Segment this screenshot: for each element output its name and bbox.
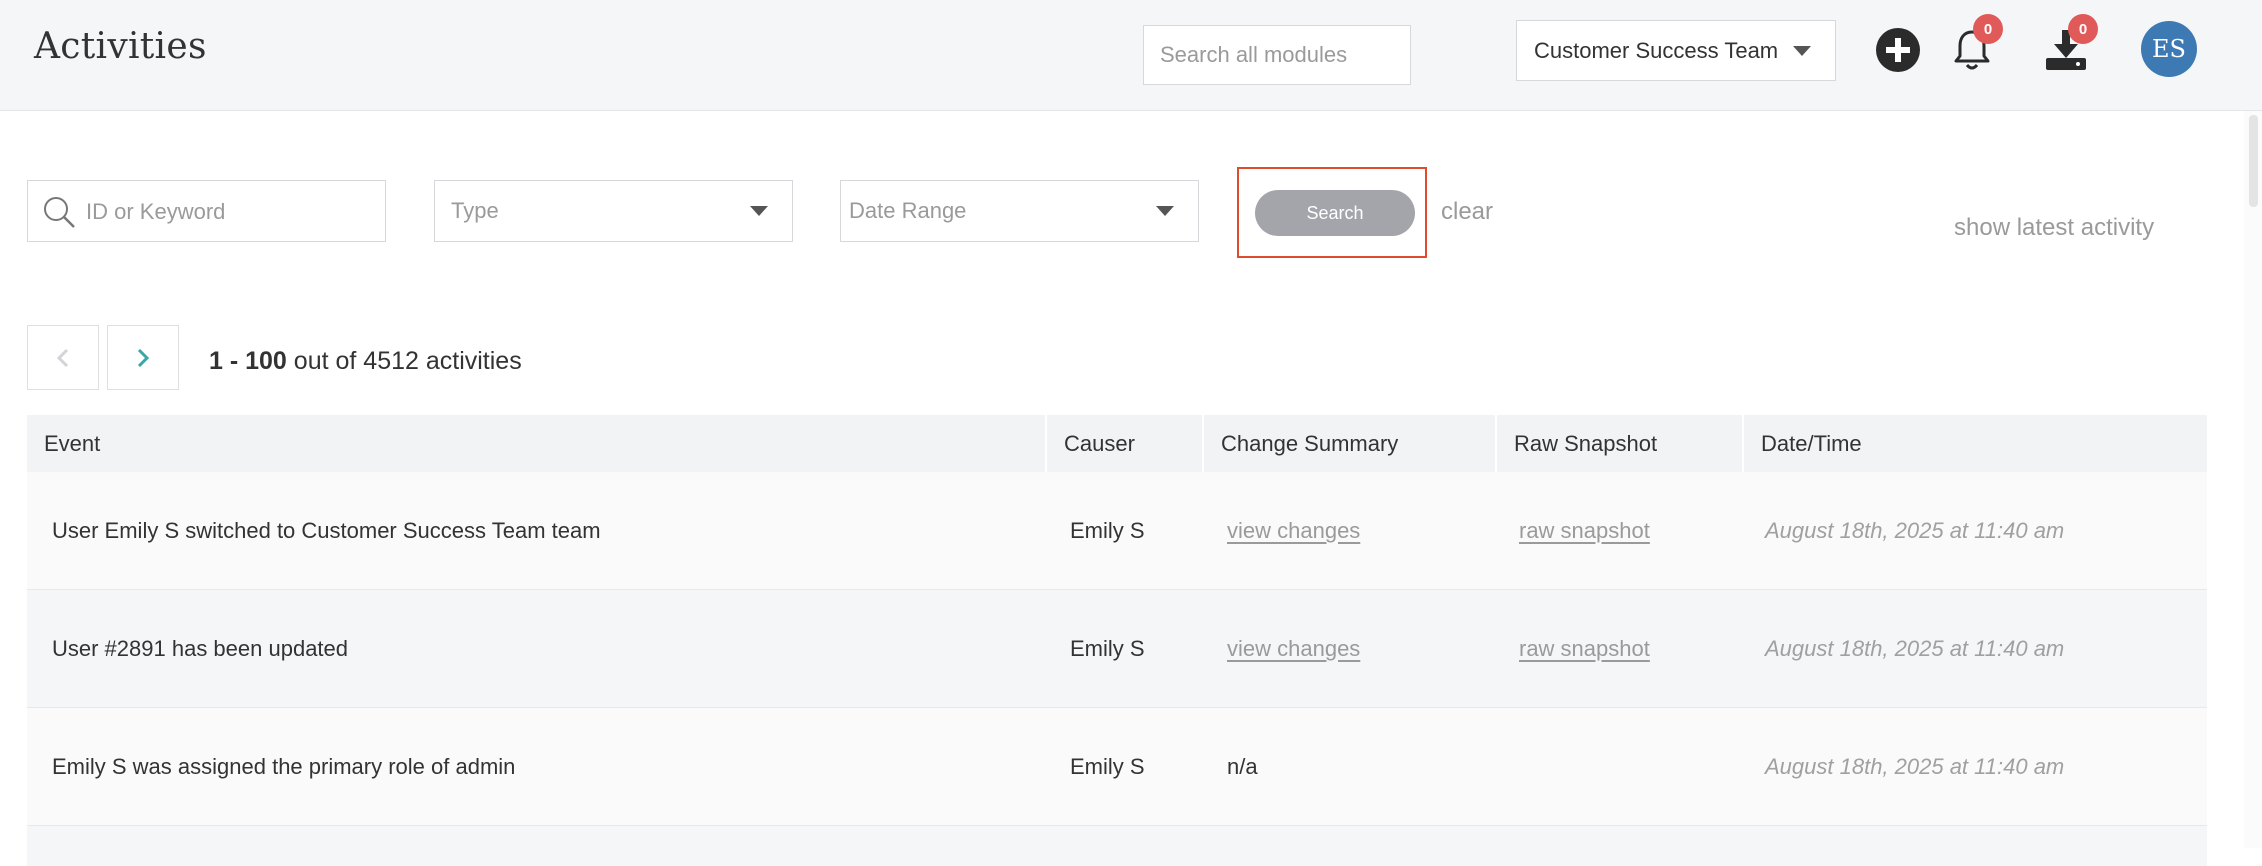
view-changes-link[interactable]: view changes: [1227, 472, 1360, 590]
keyword-input[interactable]: [84, 181, 378, 243]
plus-circle-icon: [1876, 28, 1920, 72]
event-cell: Emily S was assigned the primary role of…: [52, 754, 516, 779]
column-header-event: Event: [44, 430, 101, 456]
add-button[interactable]: [1876, 28, 1920, 72]
column-header-change-summary: Change Summary: [1221, 430, 1399, 456]
team-selector[interactable]: Customer Success Team: [1516, 20, 1836, 81]
date-range-dropdown[interactable]: Date Range: [840, 180, 1199, 242]
clear-link[interactable]: clear: [1441, 198, 1493, 226]
next-page-button[interactable]: [107, 325, 179, 390]
caret-down-icon: [1793, 46, 1811, 56]
causer-cell: Emily S: [1070, 636, 1145, 661]
scrollbar-track[interactable]: [2244, 111, 2262, 848]
global-search-input[interactable]: [1143, 25, 1411, 85]
column-header-raw-snapshot: Raw Snapshot: [1514, 430, 1658, 456]
pagination-total: out of 4512 activities: [286, 347, 522, 375]
change-summary-cell: n/a: [1227, 754, 1258, 779]
activities-table: Event Causer Change Summary Raw Snapshot…: [27, 415, 2207, 866]
notifications-badge: 0: [1973, 14, 2003, 44]
raw-snapshot-link[interactable]: raw snapshot: [1519, 590, 1650, 708]
datetime-cell: August 18th, 2025 at 11:40 am: [1765, 518, 2065, 543]
table-row: User Emily S switched to Customer Succes…: [27, 472, 2207, 590]
view-changes-link[interactable]: view changes: [1227, 590, 1360, 708]
caret-down-icon: [750, 206, 768, 216]
datetime-cell: August 18th, 2025 at 11:40 am: [1765, 754, 2065, 779]
caret-down-icon: [1156, 206, 1174, 216]
prev-page-button[interactable]: [27, 325, 99, 390]
event-cell: User Emily S switched to Customer Succes…: [52, 518, 601, 543]
page-title: Activities: [34, 26, 207, 67]
table-header: Event Causer Change Summary Raw Snapshot…: [27, 415, 2207, 472]
column-header-datetime: Date/Time: [1761, 430, 1862, 456]
pagination-summary: 1 - 100 out of 4512 activities: [209, 347, 522, 376]
table-row: User #2891 has been updated Emily S view…: [27, 590, 2207, 708]
avatar[interactable]: ES: [2141, 21, 2197, 77]
downloads-badge: 0: [2068, 14, 2098, 44]
event-cell: User #2891 has been updated: [52, 636, 349, 661]
type-dropdown-placeholder: Type: [451, 198, 499, 223]
pagination-range: 1 - 100: [209, 347, 287, 375]
table-row: Emily S was assigned the primary role of…: [27, 708, 2207, 826]
date-range-placeholder: Date Range: [849, 198, 967, 223]
search-button[interactable]: Search: [1255, 190, 1415, 236]
causer-cell: Emily S: [1070, 518, 1145, 543]
chevron-left-icon: [56, 348, 69, 367]
chevron-right-icon: [137, 348, 150, 367]
show-latest-activity-link[interactable]: show latest activity: [1954, 214, 2154, 242]
table-row: [27, 826, 2207, 866]
scrollbar-thumb[interactable]: [2249, 115, 2258, 207]
top-bar: Activities Customer Success Team 0 0 ES: [0, 0, 2262, 111]
causer-cell: Emily S: [1070, 754, 1145, 779]
keyword-search-field[interactable]: [27, 180, 386, 243]
datetime-cell: August 18th, 2025 at 11:40 am: [1765, 636, 2065, 661]
search-icon: [44, 197, 75, 228]
type-dropdown[interactable]: Type: [434, 180, 793, 242]
team-selector-label: Customer Success Team: [1534, 37, 1779, 63]
column-header-causer: Causer: [1064, 430, 1135, 456]
raw-snapshot-link[interactable]: raw snapshot: [1519, 472, 1650, 590]
